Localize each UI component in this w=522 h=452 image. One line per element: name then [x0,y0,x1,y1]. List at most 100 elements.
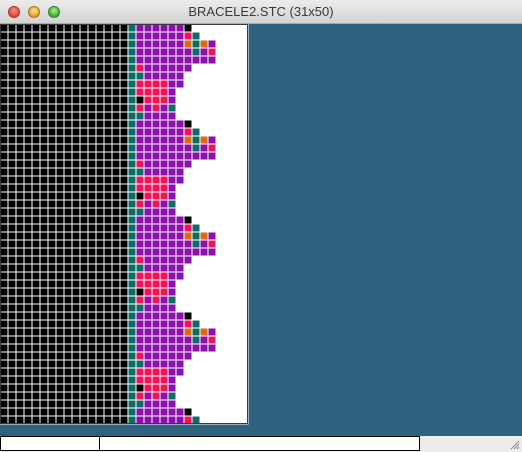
bead-cell[interactable] [0,31,9,41]
bead-cell[interactable] [159,279,169,289]
bead-cell[interactable] [55,119,65,129]
bead-cell[interactable] [143,143,153,153]
bead-cell[interactable] [223,95,233,105]
bead-cell[interactable] [7,79,17,89]
bead-cell[interactable] [191,223,201,233]
bead-cell[interactable] [47,407,57,417]
bead-cell[interactable] [63,215,73,225]
bead-cell[interactable] [23,47,33,57]
bead-cell[interactable] [95,191,105,201]
bead-cell[interactable] [215,215,225,225]
bead-cell[interactable] [111,159,121,169]
bead-cell[interactable] [79,231,89,241]
bead-cell[interactable] [143,247,153,257]
bead-cell[interactable] [47,87,57,97]
bead-cell[interactable] [231,223,241,233]
bead-cell[interactable] [39,375,49,385]
bead-cell[interactable] [31,407,41,417]
bead-cell[interactable] [159,399,169,409]
bead-cell[interactable] [223,111,233,121]
bead-cell[interactable] [215,151,225,161]
bead-cell[interactable] [63,255,73,265]
bead-cell[interactable] [95,151,105,161]
bead-cell[interactable] [239,31,249,41]
bead-cell[interactable] [151,79,161,89]
bead-cell[interactable] [95,295,105,305]
bead-cell[interactable] [183,215,193,225]
bead-cell[interactable] [71,191,81,201]
bead-cell[interactable] [103,263,113,273]
bead-cell[interactable] [87,103,97,113]
bead-cell[interactable] [151,103,161,113]
bead-cell[interactable] [223,255,233,265]
bead-cell[interactable] [143,47,153,57]
bead-cell[interactable] [231,175,241,185]
bead-cell[interactable] [215,271,225,281]
bead-cell[interactable] [111,335,121,345]
bead-cell[interactable] [223,79,233,89]
bead-cell[interactable] [111,79,121,89]
bead-cell[interactable] [71,223,81,233]
bead-cell[interactable] [15,207,25,217]
bead-cell[interactable] [0,343,9,353]
bead-cell[interactable] [175,31,185,41]
bead-cell[interactable] [71,391,81,401]
bead-cell[interactable] [207,335,217,345]
bead-cell[interactable] [135,87,145,97]
bead-cell[interactable] [215,191,225,201]
bead-cell[interactable] [119,87,129,97]
bead-cell[interactable] [119,375,129,385]
bead-cell[interactable] [199,287,209,297]
bead-cell[interactable] [23,127,33,137]
bead-cell[interactable] [191,295,201,305]
bead-cell[interactable] [183,47,193,57]
bead-cell[interactable] [191,351,201,361]
bead-cell[interactable] [47,95,57,105]
bead-cell[interactable] [47,231,57,241]
bead-cell[interactable] [95,247,105,257]
bead-cell[interactable] [31,415,41,425]
bead-cell[interactable] [151,359,161,369]
bead-cell[interactable] [111,143,121,153]
bead-cell[interactable] [207,207,217,217]
bead-cell[interactable] [215,223,225,233]
bead-cell[interactable] [71,319,81,329]
bead-cell[interactable] [103,415,113,425]
bead-cell[interactable] [231,183,241,193]
bead-cell[interactable] [215,295,225,305]
bead-cell[interactable] [159,151,169,161]
bead-cell[interactable] [151,223,161,233]
bead-cell[interactable] [143,255,153,265]
bead-cell[interactable] [207,223,217,233]
bead-cell[interactable] [127,399,137,409]
bead-cell[interactable] [7,159,17,169]
bead-cell[interactable] [231,255,241,265]
bead-cell[interactable] [23,407,33,417]
bead-cell[interactable] [239,24,249,33]
bead-cell[interactable] [183,31,193,41]
bead-cell[interactable] [7,335,17,345]
bead-cell[interactable] [159,239,169,249]
bead-cell[interactable] [175,79,185,89]
bead-cell[interactable] [15,95,25,105]
bead-cell[interactable] [7,87,17,97]
bead-cell[interactable] [63,351,73,361]
bead-cell[interactable] [95,383,105,393]
bead-cell[interactable] [215,31,225,41]
bead-cell[interactable] [159,167,169,177]
bead-pattern-grid[interactable] [0,24,250,426]
bead-cell[interactable] [119,119,129,129]
bead-cell[interactable] [119,223,129,233]
bead-cell[interactable] [167,391,177,401]
bead-cell[interactable] [207,151,217,161]
bead-cell[interactable] [223,87,233,97]
bead-cell[interactable] [231,391,241,401]
bead-cell[interactable] [199,143,209,153]
bead-cell[interactable] [167,111,177,121]
bead-cell[interactable] [15,47,25,57]
bead-cell[interactable] [207,239,217,249]
bead-cell[interactable] [23,335,33,345]
bead-cell[interactable] [23,95,33,105]
bead-cell[interactable] [191,95,201,105]
bead-cell[interactable] [111,231,121,241]
